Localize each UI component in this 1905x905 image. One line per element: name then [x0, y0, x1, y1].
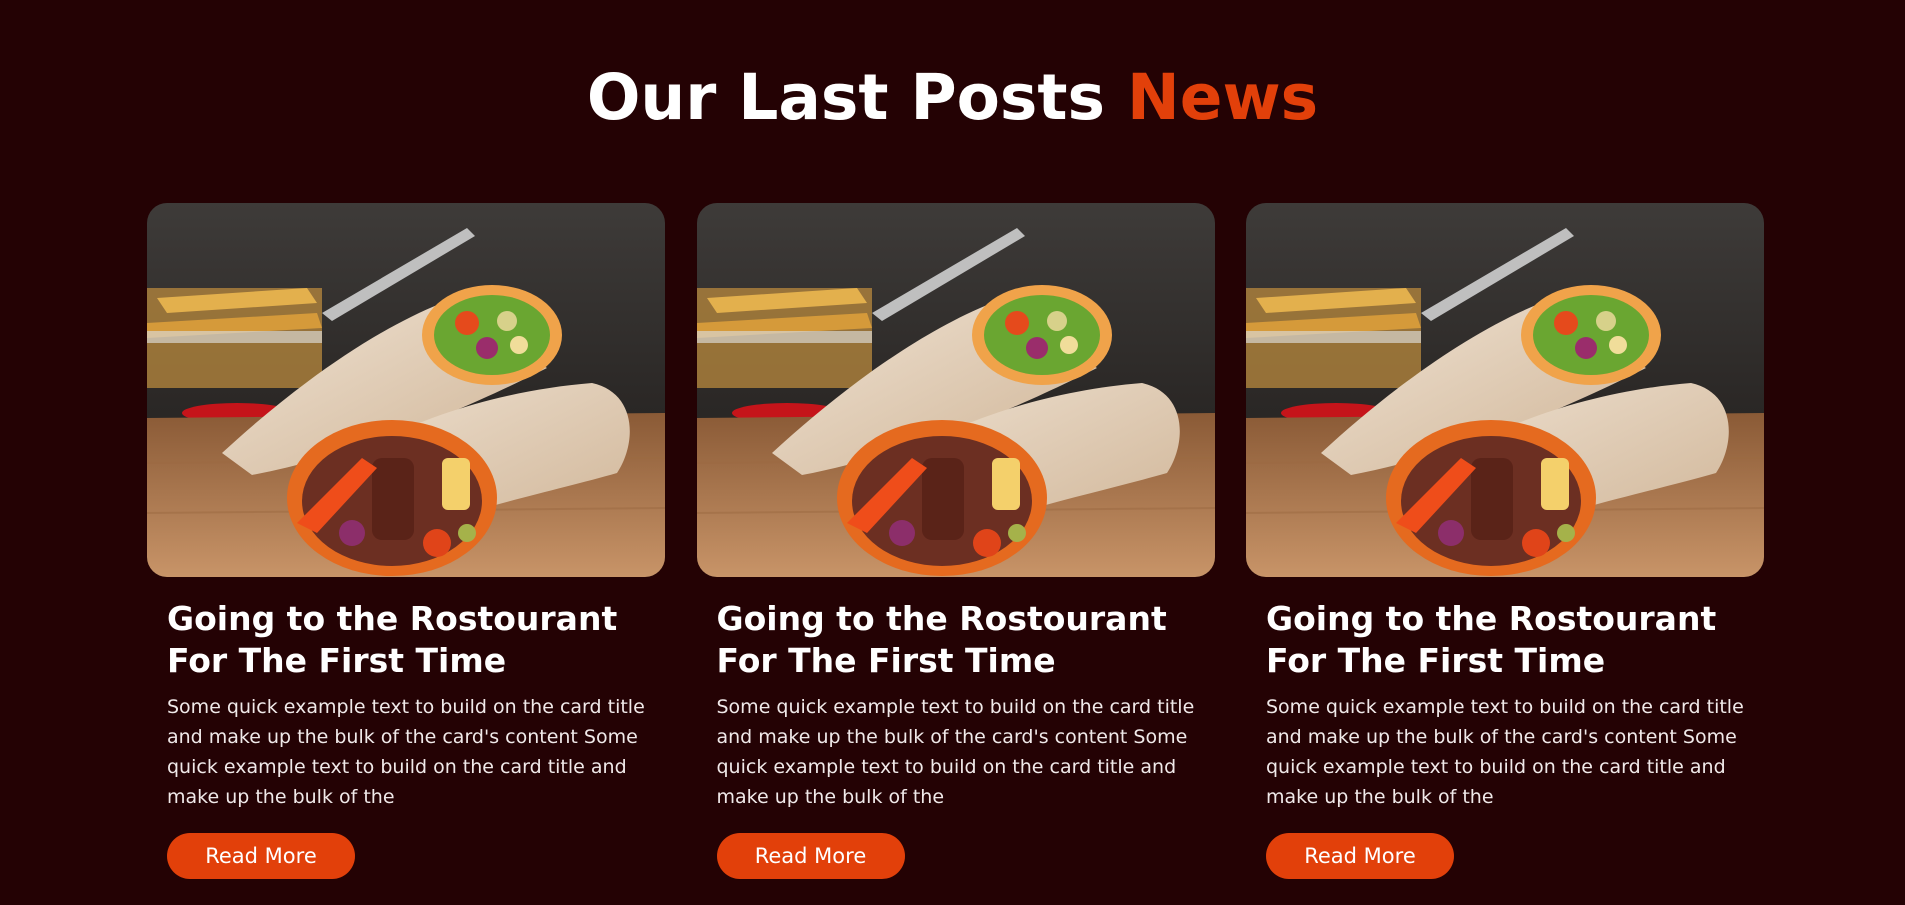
card-text: Some quick example text to build on the …	[716, 696, 1195, 808]
read-more-button[interactable]: Read More	[716, 833, 905, 879]
card-title[interactable]: Going to the Rostourant For The First Ti…	[1266, 598, 1746, 682]
card-body: Going to the Rostourant For The First Ti…	[717, 598, 1197, 812]
cards-row: Going to the Rostourant For The First Ti…	[147, 203, 1764, 893]
blog-section: Our Last Posts News Going to the Rostour…	[0, 0, 1905, 905]
post-image[interactable]	[147, 203, 665, 577]
card-text: Some quick example text to build on the …	[167, 696, 645, 808]
post-card: Going to the Rostourant For The First Ti…	[1246, 203, 1764, 893]
card-body: Going to the Rostourant For The First Ti…	[1266, 598, 1746, 812]
heading-accent: News	[1126, 61, 1319, 134]
read-more-button[interactable]: Read More	[167, 833, 355, 879]
section-heading: Our Last Posts News	[0, 58, 1905, 138]
card-body: Going to the Rostourant For The First Ti…	[167, 598, 647, 812]
post-image[interactable]	[1246, 203, 1764, 577]
post-card: Going to the Rostourant For The First Ti…	[147, 203, 665, 893]
card-text: Some quick example text to build on the …	[1266, 696, 1744, 808]
post-card: Going to the Rostourant For The First Ti…	[696, 203, 1215, 893]
heading-main: Our Last Posts	[586, 61, 1106, 134]
post-image[interactable]	[696, 203, 1215, 577]
card-title[interactable]: Going to the Rostourant For The First Ti…	[717, 598, 1197, 682]
read-more-button[interactable]: Read More	[1266, 833, 1454, 879]
card-title[interactable]: Going to the Rostourant For The First Ti…	[167, 598, 647, 682]
